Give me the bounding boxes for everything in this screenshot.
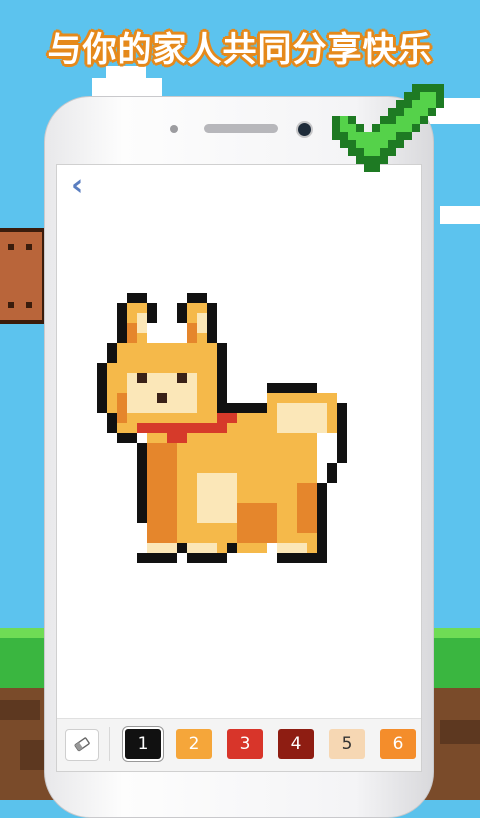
shiba-pixel-art <box>97 293 347 563</box>
dirt-shade <box>0 700 40 720</box>
color-swatch-3[interactable]: 3 <box>227 729 263 759</box>
color-swatch-number: 4 <box>290 734 302 754</box>
phone-camera <box>296 121 313 138</box>
palette-divider <box>109 727 110 761</box>
color-swatch-number: 3 <box>239 734 251 754</box>
color-swatch-5[interactable]: 5 <box>329 729 365 759</box>
color-palette: 1 2 3 4 5 6 <box>57 718 421 771</box>
back-button[interactable]: ‹ <box>71 171 101 201</box>
phone-speaker <box>204 124 278 133</box>
cloud <box>440 206 480 224</box>
color-swatch-number: 6 <box>392 734 404 754</box>
color-swatch-4[interactable]: 4 <box>278 729 314 759</box>
phone-screen: ‹ 1 2 3 4 5 6 <box>56 164 422 772</box>
eraser-icon <box>74 737 90 752</box>
checkmark-icon <box>332 84 444 172</box>
pixel-art-canvas[interactable] <box>97 293 387 577</box>
color-swatch-1[interactable]: 1 <box>125 729 161 759</box>
color-swatch-number: 5 <box>341 734 353 754</box>
color-swatch-number: 2 <box>188 734 200 754</box>
phone-sensor <box>170 125 178 133</box>
promo-banner-title: 与你的家人共同分享快乐 <box>47 30 433 70</box>
dirt-shade <box>440 720 480 744</box>
eraser-button[interactable] <box>65 729 99 761</box>
brick-block <box>0 228 46 324</box>
color-swatch-2[interactable]: 2 <box>176 729 212 759</box>
color-swatch-6[interactable]: 6 <box>380 729 416 759</box>
color-swatch-number: 1 <box>137 734 149 754</box>
